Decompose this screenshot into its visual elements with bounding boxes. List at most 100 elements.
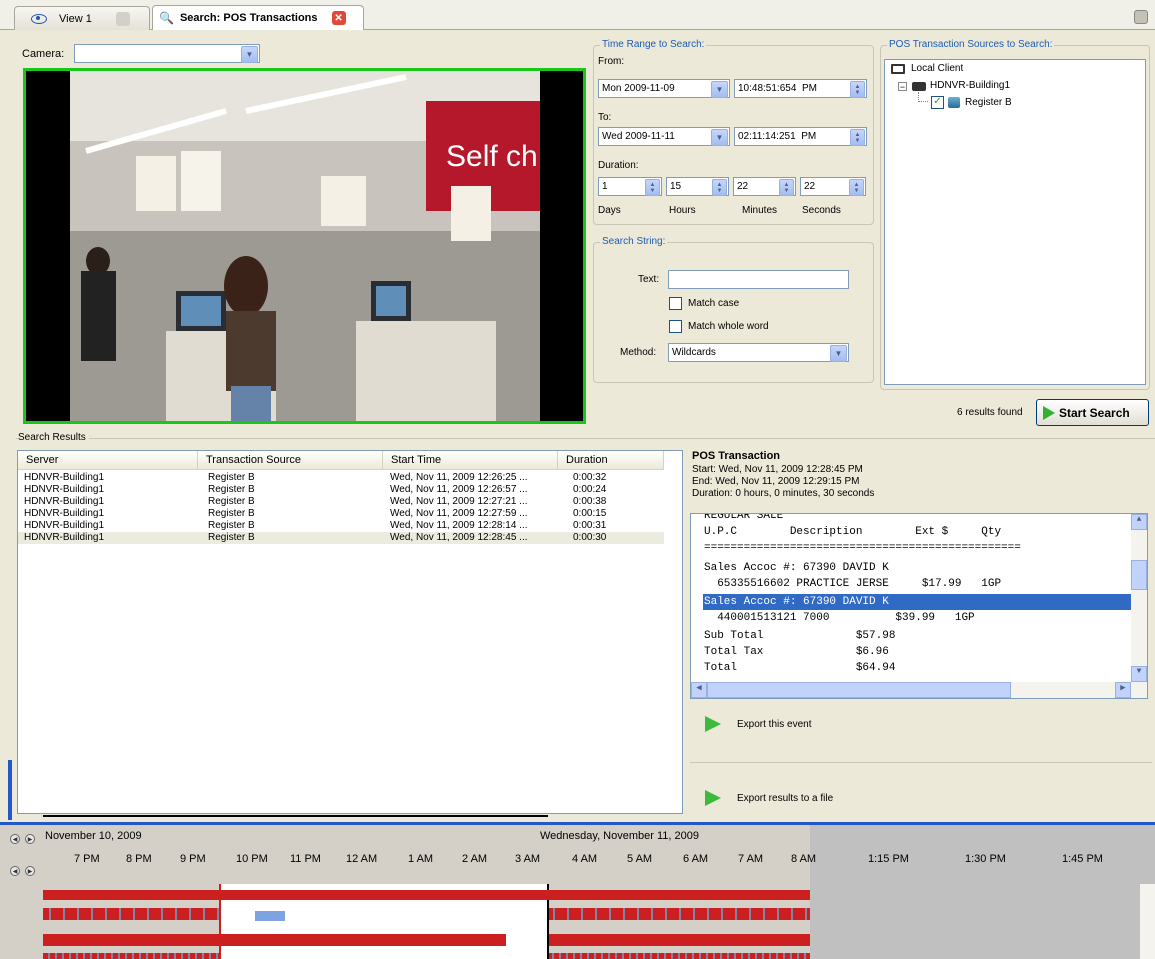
cell-duration: 0:00:38 xyxy=(573,496,607,507)
match-whole-word-checkbox[interactable] xyxy=(669,320,682,333)
tab-label: View 1 xyxy=(59,12,92,25)
timeline-date-left: November 10, 2009 xyxy=(45,830,142,842)
timeline-track xyxy=(221,934,506,946)
scroll-back-icon[interactable]: ◀ xyxy=(10,866,20,876)
close-tab-icon[interactable]: ✕ xyxy=(331,11,346,25)
tree-item-local-client[interactable]: Local Client xyxy=(911,63,963,74)
spinner-icon[interactable]: ▲ ▼ xyxy=(850,81,865,98)
table-row[interactable]: HDNVR-Building1 Register B Wed, Nov 11, 20… xyxy=(18,520,664,532)
chevron-down-icon[interactable]: ▼ xyxy=(711,81,728,98)
chevron-down-icon[interactable]: ▼ xyxy=(241,46,258,63)
seconds-label: Seconds xyxy=(802,205,841,216)
to-time-spinner[interactable]: 02:11:14:251 PM ▲ ▼ xyxy=(734,127,867,146)
chevron-down-icon[interactable]: ▼ xyxy=(711,129,728,146)
column-header-server[interactable]: Server xyxy=(18,451,198,470)
zoom-in-icon[interactable]: ▶ xyxy=(25,834,35,844)
receipt-line: Total Tax $6.96 xyxy=(704,646,889,658)
receipt-line: 440001513121 7000 $39.99 1GP xyxy=(704,612,975,624)
tab-view1[interactable]: View 1 xyxy=(14,6,150,30)
tab-strip: View 1 🔍 Search: POS Transactions ✕ xyxy=(0,0,1155,30)
window-menu-icon[interactable] xyxy=(1134,10,1148,24)
column-header-start-time[interactable]: Start Time xyxy=(383,451,558,470)
cell-start-time: Wed, Nov 11, 2009 12:27:21 ... xyxy=(390,496,528,507)
spinner-icon[interactable]: ▲ ▼ xyxy=(645,179,660,196)
hours-spinner[interactable]: 15 ▲ ▼ xyxy=(666,177,729,196)
column-header-duration[interactable]: Duration xyxy=(558,451,664,470)
table-row[interactable]: HDNVR-Building1 Register B Wed, Nov 11, 20… xyxy=(18,508,664,520)
cell-start-time: Wed, Nov 11, 2009 12:28:14 ... xyxy=(390,520,528,531)
table-row[interactable]: HDNVR-Building1 Register B Wed, Nov 11, 20… xyxy=(18,496,664,508)
scroll-forward-icon[interactable]: ▶ xyxy=(25,866,35,876)
hour-label: 9 PM xyxy=(180,853,206,865)
close-tab-icon[interactable] xyxy=(115,11,130,26)
scroll-up-icon[interactable]: ▲ xyxy=(1131,514,1147,530)
scroll-down-icon[interactable]: ▼ xyxy=(1131,666,1147,682)
table-row[interactable]: HDNVR-Building1 Register B Wed, Nov 11, 20… xyxy=(18,484,664,496)
from-date-picker[interactable]: Mon 2009-11-09 ▼ xyxy=(598,79,730,98)
receipt-text[interactable]: REGULAR SALE U.P.C Description Ext $ Qty… xyxy=(690,513,1148,699)
export-event-button[interactable]: Export this event xyxy=(705,716,811,732)
from-time-spinner[interactable]: 10:48:51:654 PM ▲ ▼ xyxy=(734,79,867,98)
sources-legend: POS Transaction Sources to Search: xyxy=(887,39,1055,50)
hour-label: 7 PM xyxy=(74,853,100,865)
tab-search-pos[interactable]: 🔍 Search: POS Transactions ✕ xyxy=(152,5,364,30)
selection-range-bar[interactable] xyxy=(43,815,548,817)
tree-item-server[interactable]: HDNVR-Building1 xyxy=(930,80,1010,91)
start-search-button[interactable]: Start Search xyxy=(1036,399,1149,426)
scroll-left-icon[interactable]: ◀ xyxy=(691,682,707,698)
video-feed[interactable]: Self ch xyxy=(23,68,586,424)
cell-server: HDNVR-Building1 xyxy=(24,532,105,543)
from-time-value: 10:48:51:654 PM xyxy=(738,83,817,94)
svg-text:Self ch: Self ch xyxy=(446,140,538,173)
receipt-line: Sub Total $57.98 xyxy=(704,630,896,642)
search-text-input[interactable] xyxy=(668,270,849,289)
chevron-down-icon[interactable]: ▼ xyxy=(830,345,847,362)
hour-label: 12 AM xyxy=(346,853,378,865)
camera-label: Camera: xyxy=(22,48,65,60)
cell-duration: 0:00:31 xyxy=(573,520,607,531)
spinner-icon[interactable]: ▲ ▼ xyxy=(779,179,794,196)
to-date-picker[interactable]: Wed 2009-11-11 ▼ xyxy=(598,127,730,146)
zoom-out-icon[interactable]: ◀ xyxy=(10,834,20,844)
timeline-panel[interactable]: November 10, 2009 Wednesday, November 11… xyxy=(0,822,1155,959)
register-checkbox[interactable]: ✓ xyxy=(931,96,944,109)
table-row[interactable]: HDNVR-Building1 Register B Wed, Nov 11, 20… xyxy=(18,472,664,484)
sources-tree[interactable]: Local Client − HDNVR-Building1 ✓ Registe… xyxy=(884,59,1146,385)
method-select[interactable]: Wildcards ▼ xyxy=(668,343,849,362)
cell-server: HDNVR-Building1 xyxy=(24,508,105,519)
minutes-spinner[interactable]: 22 ▲ ▼ xyxy=(733,177,796,196)
spinner-icon[interactable]: ▲ ▼ xyxy=(850,129,865,146)
results-table[interactable]: Server Transaction Source Start Time Dur… xyxy=(17,450,683,814)
minutes-label: Minutes xyxy=(742,205,778,216)
tree-item-register[interactable]: Register B xyxy=(965,97,1012,108)
column-header-source[interactable]: Transaction Source xyxy=(198,451,383,470)
spinner-icon[interactable]: ▲ ▼ xyxy=(849,179,864,196)
tree-line xyxy=(918,92,928,102)
hour-label: 11 PM xyxy=(290,853,321,865)
server-icon xyxy=(912,82,926,91)
duration-label: Duration: xyxy=(598,160,639,171)
collapse-icon[interactable]: − xyxy=(898,82,907,92)
horizontal-scrollbar[interactable]: ◀ ▶ xyxy=(691,682,1147,698)
table-row-selected[interactable]: HDNVR-Building1 Register B Wed, Nov 11, 20… xyxy=(18,532,664,544)
camera-select[interactable]: ▼ xyxy=(74,44,260,63)
timeline-selection[interactable] xyxy=(219,884,549,959)
text-label: Text: xyxy=(638,274,660,285)
scroll-right-icon[interactable]: ▶ xyxy=(1115,682,1131,698)
export-file-label: Export results to a file xyxy=(737,792,834,804)
scroll-thumb[interactable] xyxy=(1131,560,1147,590)
scroll-thumb[interactable] xyxy=(707,682,1011,698)
spinner-icon[interactable]: ▲ ▼ xyxy=(712,179,727,196)
timeline-scrollbar[interactable] xyxy=(1140,884,1155,959)
days-spinner[interactable]: 1 ▲ ▼ xyxy=(598,177,662,196)
timeline-event[interactable] xyxy=(255,911,285,921)
seconds-spinner[interactable]: 22 ▲ ▼ xyxy=(800,177,866,196)
play-arrow-icon xyxy=(1043,405,1055,420)
vertical-scrollbar[interactable]: ▲ ▼ xyxy=(1131,514,1147,682)
results-count: 6 results found xyxy=(957,407,1023,418)
to-date-value: Wed 2009-11-11 xyxy=(602,131,675,142)
match-case-checkbox[interactable] xyxy=(669,297,682,310)
green-arrow-icon xyxy=(705,790,721,806)
method-value: Wildcards xyxy=(672,347,716,358)
export-file-button[interactable]: Export results to a file xyxy=(705,790,833,806)
